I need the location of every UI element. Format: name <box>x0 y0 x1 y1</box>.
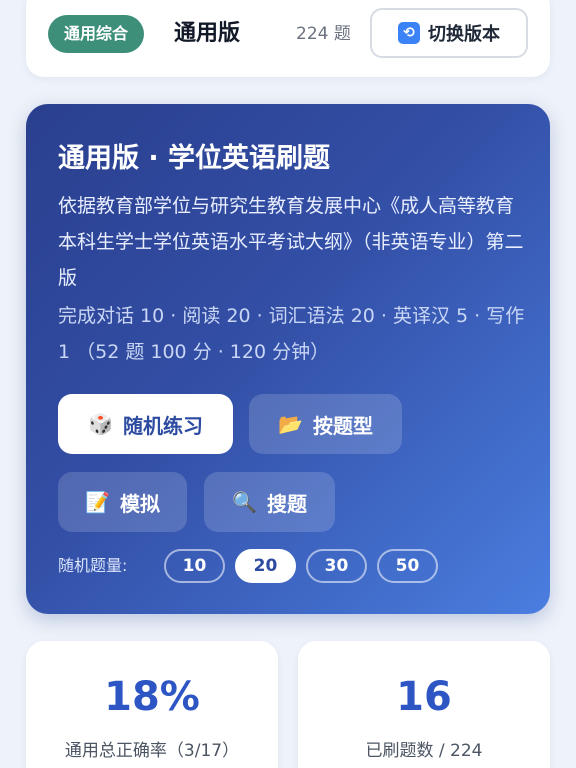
version-bar: 通用综合 通用版 224 题 ⟲ 切换版本 <box>26 0 550 77</box>
memo-icon: 📝 <box>85 490 110 514</box>
quantity-option-20[interactable]: 20 <box>235 549 296 583</box>
exam-structure: 完成对话 10 · 阅读 20 · 词汇语法 20 · 英译汉 5 · 写作 1… <box>58 305 525 363</box>
accuracy-value: 18% <box>104 674 200 720</box>
question-count: 224 题 <box>296 24 351 44</box>
quantity-option-10[interactable]: 10 <box>164 549 225 583</box>
answered-label: 已刷题数 / 224 <box>365 741 483 761</box>
answered-value: 16 <box>396 674 452 720</box>
search-question-button[interactable]: 🔍 搜题 <box>204 472 335 532</box>
hero-description: 依据教育部学位与研究生教育发展中心《成人高等教育本科生学士学位英语水平考试大纲》… <box>58 195 524 289</box>
mock-exam-label: 模拟 <box>119 491 160 516</box>
quantity-label: 随机题量: <box>58 556 128 575</box>
folder-icon: 📂 <box>278 412 303 436</box>
mock-exam-button[interactable]: 📝 模拟 <box>58 472 187 532</box>
hero-title: 通用版 · 学位英语刷题 <box>58 143 331 174</box>
by-type-label: 按题型 <box>312 413 373 438</box>
version-badge: 通用综合 <box>48 15 145 53</box>
version-name: 通用版 <box>174 21 241 46</box>
arrows-cycle-icon: ⟲ <box>398 22 420 44</box>
hero-card: 通用版 · 学位英语刷题 依据教育部学位与研究生教育发展中心《成人高等教育本科生… <box>26 104 550 614</box>
accuracy-card: 18% 通用总正确率（3/17） <box>26 641 278 768</box>
quantity-option-50[interactable]: 50 <box>377 549 438 583</box>
by-type-button[interactable]: 📂 按题型 <box>249 394 402 454</box>
dice-icon: 🎲 <box>88 412 113 436</box>
magnifier-icon: 🔍 <box>232 490 257 514</box>
random-practice-button[interactable]: 🎲 随机练习 <box>58 394 233 454</box>
random-practice-label: 随机练习 <box>122 413 203 438</box>
switch-version-button[interactable]: ⟲ 切换版本 <box>370 8 528 58</box>
accuracy-label: 通用总正确率（3/17） <box>64 741 240 761</box>
quantity-option-30[interactable]: 30 <box>306 549 367 583</box>
answered-card: 16 已刷题数 / 224 <box>298 641 550 768</box>
search-question-label: 搜题 <box>266 491 307 516</box>
switch-version-label: 切换版本 <box>428 24 500 45</box>
